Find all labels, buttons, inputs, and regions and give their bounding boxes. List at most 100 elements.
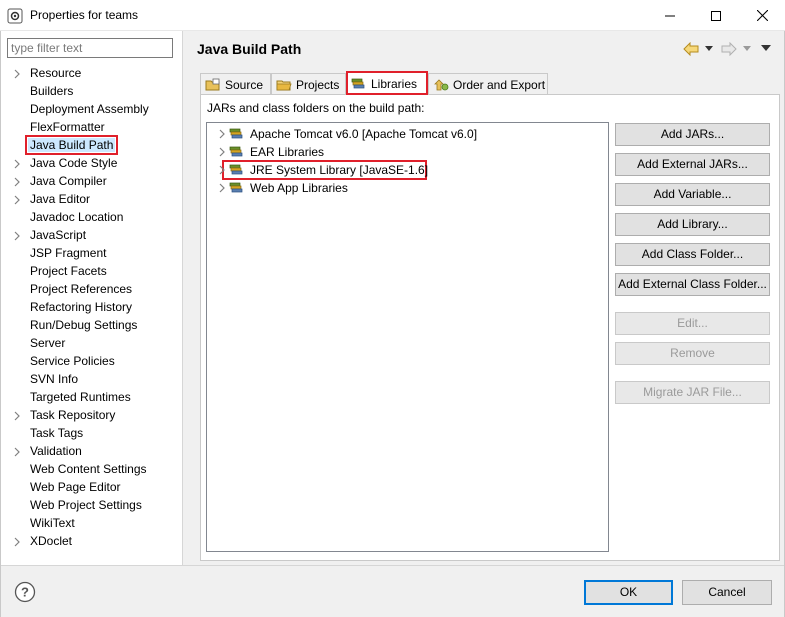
library-item-jre-system-library[interactable]: JRE System Library [JavaSE-1.6] bbox=[219, 160, 429, 180]
library-icon bbox=[229, 128, 243, 139]
ok-button[interactable]: OK bbox=[584, 580, 673, 605]
tab-projects[interactable]: Projects bbox=[271, 73, 346, 95]
tree-item-label: Task Tags bbox=[30, 426, 84, 440]
tree-item-xdoclet[interactable]: XDoclet bbox=[1, 533, 182, 551]
help-icon[interactable]: ? bbox=[14, 581, 36, 603]
tree-item-wikitext[interactable]: WikiText bbox=[1, 515, 182, 533]
tree-item-label: Service Policies bbox=[30, 354, 115, 368]
add-class-folder-button[interactable]: Add Class Folder... bbox=[615, 243, 770, 266]
tree-item-project-facets[interactable]: Project Facets bbox=[1, 263, 182, 281]
source-folder-icon bbox=[205, 78, 220, 90]
tree-item-javadoc-location[interactable]: Javadoc Location bbox=[1, 209, 182, 227]
cancel-button[interactable]: Cancel bbox=[682, 580, 772, 605]
chevron-right-icon[interactable] bbox=[12, 69, 22, 79]
tree-item-web-project-settings[interactable]: Web Project Settings bbox=[1, 497, 182, 515]
chevron-right-icon[interactable] bbox=[12, 537, 22, 547]
tree-item-run-debug-settings[interactable]: Run/Debug Settings bbox=[1, 317, 182, 335]
library-item-web-app-libraries[interactable]: Web App Libraries bbox=[207, 179, 607, 197]
order-export-icon bbox=[434, 78, 449, 90]
tab-bar: Source Projects Libraries Order and Expo… bbox=[200, 71, 760, 95]
tree-item-refactoring-history[interactable]: Refactoring History bbox=[1, 299, 182, 317]
tab-order-and-export[interactable]: Order and Export bbox=[428, 73, 548, 95]
tab-label: Libraries bbox=[371, 76, 418, 91]
tree-item-jsp-fragment[interactable]: JSP Fragment bbox=[1, 245, 182, 263]
properties-gear-icon bbox=[7, 8, 23, 24]
tree-item-label: Java Compiler bbox=[30, 174, 107, 188]
library-item-apache-tomcat[interactable]: Apache Tomcat v6.0 [Apache Tomcat v6.0] bbox=[207, 125, 607, 143]
library-label: JRE System Library [JavaSE-1.6] bbox=[250, 163, 429, 177]
add-jars-button[interactable]: Add JARs... bbox=[615, 123, 770, 146]
edit-button[interactable]: Edit... bbox=[615, 312, 770, 335]
tree-item-label: Java Build Path bbox=[24, 135, 119, 155]
title-bar: Properties for teams bbox=[0, 0, 785, 31]
add-library-button[interactable]: Add Library... bbox=[615, 213, 770, 236]
forward-arrow-icon[interactable] bbox=[721, 42, 737, 56]
remove-button[interactable]: Remove bbox=[615, 342, 770, 365]
tree-item-resource[interactable]: Resource bbox=[1, 65, 182, 83]
libraries-panel: JARs and class folders on the build path… bbox=[200, 94, 780, 561]
add-external-class-folder-button[interactable]: Add External Class Folder... bbox=[615, 273, 770, 296]
projects-folder-icon bbox=[276, 80, 292, 90]
page-title: Java Build Path bbox=[197, 41, 302, 57]
tree-item-task-tags[interactable]: Task Tags bbox=[1, 425, 182, 443]
tree-item-web-content-settings[interactable]: Web Content Settings bbox=[1, 461, 182, 479]
minimize-button[interactable] bbox=[647, 0, 693, 31]
tab-libraries[interactable]: Libraries bbox=[346, 71, 428, 95]
chevron-right-icon[interactable] bbox=[12, 447, 22, 457]
add-variable-button[interactable]: Add Variable... bbox=[615, 183, 770, 206]
back-arrow-icon[interactable] bbox=[683, 42, 699, 56]
view-menu-icon[interactable] bbox=[761, 45, 771, 52]
tree-item-javascript[interactable]: JavaScript bbox=[1, 227, 182, 245]
tree-item-label: FlexFormatter bbox=[30, 120, 105, 134]
tree-item-task-repository[interactable]: Task Repository bbox=[1, 407, 182, 425]
tree-item-label: Refactoring History bbox=[30, 300, 133, 314]
back-dropdown-icon[interactable] bbox=[705, 46, 713, 52]
maximize-button[interactable] bbox=[693, 0, 739, 31]
tree-item-java-editor[interactable]: Java Editor bbox=[1, 191, 182, 209]
library-label: EAR Libraries bbox=[250, 145, 325, 159]
close-button[interactable] bbox=[739, 0, 785, 31]
tree-item-label: Resource bbox=[30, 66, 82, 80]
chevron-right-icon[interactable] bbox=[217, 164, 227, 176]
tree-item-web-page-editor[interactable]: Web Page Editor bbox=[1, 479, 182, 497]
add-external-jars-button[interactable]: Add External JARs... bbox=[615, 153, 770, 176]
tree-item-service-policies[interactable]: Service Policies bbox=[1, 353, 182, 371]
forward-dropdown-icon[interactable] bbox=[743, 46, 751, 52]
tree-item-targeted-runtimes[interactable]: Targeted Runtimes bbox=[1, 389, 182, 407]
tree-item-label: Validation bbox=[30, 444, 82, 458]
chevron-right-icon[interactable] bbox=[12, 231, 22, 241]
tree-item-label: SVN Info bbox=[30, 372, 79, 386]
tree-item-project-references[interactable]: Project References bbox=[1, 281, 182, 299]
tree-item-label: Builders bbox=[30, 84, 74, 98]
tree-item-flexformatter[interactable]: FlexFormatter bbox=[1, 119, 182, 137]
chevron-right-icon[interactable] bbox=[12, 411, 22, 421]
maximize-icon bbox=[711, 10, 721, 21]
right-pane: Java Build Path Source Projects Librarie… bbox=[183, 31, 784, 565]
tree-item-java-build-path[interactable]: Java Build Path bbox=[1, 135, 182, 155]
library-label: Web App Libraries bbox=[250, 181, 348, 195]
migrate-jar-button[interactable]: Migrate JAR File... bbox=[615, 381, 770, 404]
tree-item-java-code-style[interactable]: Java Code Style bbox=[1, 155, 182, 173]
chevron-right-icon[interactable] bbox=[12, 177, 22, 187]
chevron-right-icon[interactable] bbox=[217, 182, 227, 194]
tree-item-label: Server bbox=[30, 336, 66, 350]
library-icon bbox=[229, 146, 243, 157]
tab-source[interactable]: Source bbox=[200, 73, 271, 95]
library-icon bbox=[229, 182, 243, 193]
chevron-right-icon[interactable] bbox=[217, 146, 227, 158]
tree-item-validation[interactable]: Validation bbox=[1, 443, 182, 461]
chevron-right-icon[interactable] bbox=[217, 128, 227, 140]
close-icon bbox=[756, 10, 768, 21]
tree-item-server[interactable]: Server bbox=[1, 335, 182, 353]
library-icon bbox=[229, 164, 243, 175]
tree-item-java-compiler[interactable]: Java Compiler bbox=[1, 173, 182, 191]
filter-input[interactable] bbox=[7, 38, 173, 58]
chevron-right-icon[interactable] bbox=[12, 195, 22, 205]
tree-item-svn-info[interactable]: SVN Info bbox=[1, 371, 182, 389]
library-item-ear-libraries[interactable]: EAR Libraries bbox=[207, 143, 607, 161]
tree-item-builders[interactable]: Builders bbox=[1, 83, 182, 101]
libraries-list[interactable]: Apache Tomcat v6.0 [Apache Tomcat v6.0] … bbox=[206, 122, 609, 552]
tree-item-deployment-assembly[interactable]: Deployment Assembly bbox=[1, 101, 182, 119]
tree-item-label: Project References bbox=[30, 282, 133, 296]
chevron-right-icon[interactable] bbox=[12, 159, 22, 169]
